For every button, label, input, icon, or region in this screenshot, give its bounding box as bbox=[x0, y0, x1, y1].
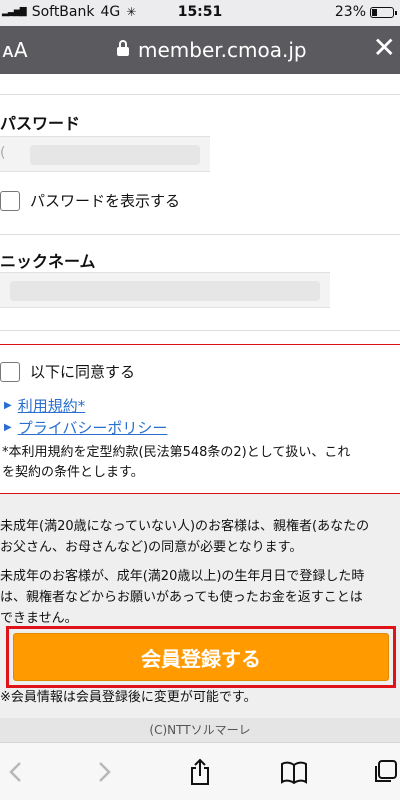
address-bar: ᴀA member.cmoa.jp ✕ bbox=[0, 26, 400, 74]
nickname-label: ニックネーム bbox=[0, 252, 96, 271]
terms-link[interactable]: 利用規約* bbox=[18, 395, 86, 416]
privacy-link[interactable]: プライバシーポリシー bbox=[18, 417, 168, 438]
triangle-icon: ▶ bbox=[4, 422, 12, 433]
share-icon[interactable] bbox=[185, 757, 215, 787]
url-field[interactable]: member.cmoa.jp bbox=[116, 38, 307, 62]
bookmarks-icon[interactable] bbox=[279, 757, 309, 787]
notice-line: お父さん、お母さんなど)の同意が必要となります。 bbox=[0, 540, 303, 555]
footer-note: ※会員情報は会員登録後に変更が可能です。 bbox=[0, 690, 257, 705]
password-label: パスワード bbox=[0, 114, 81, 133]
divider bbox=[0, 330, 400, 331]
lock-icon bbox=[116, 38, 130, 62]
nickname-input[interactable] bbox=[0, 272, 330, 308]
back-icon[interactable] bbox=[0, 757, 30, 787]
terms-link-row[interactable]: ▶ 利用規約* bbox=[4, 395, 85, 416]
notice-line: は、親権者などからお願いがあっても使ったお金を返すことは bbox=[0, 590, 363, 605]
notice-line: 未成年(満20歳になっていない人)のお客様は、親権者(あなたの bbox=[0, 519, 370, 534]
terms-note-line1: *本利用規約を定型約款(民法第548条の2)として扱い、これ bbox=[2, 445, 351, 460]
close-icon[interactable]: ✕ bbox=[373, 34, 396, 62]
battery-level bbox=[372, 8, 377, 16]
status-right: 23% bbox=[334, 4, 397, 20]
status-bar: ▂▃▅▇ SoftBank 4G ✳ 15:51 23% bbox=[0, 0, 400, 26]
battery-icon bbox=[370, 6, 397, 18]
notice-line: 未成年のお客様が、成年(満20歳以上)の生年月日で登録した時 bbox=[0, 569, 365, 584]
agree-checkbox[interactable] bbox=[0, 361, 20, 382]
forward-icon[interactable] bbox=[90, 757, 120, 787]
triangle-icon: ▶ bbox=[4, 400, 12, 411]
show-password-row[interactable]: パスワードを表示する bbox=[0, 190, 180, 211]
show-password-checkbox[interactable] bbox=[0, 190, 20, 211]
privacy-link-row[interactable]: ▶ プライバシーポリシー bbox=[4, 417, 167, 438]
agree-label: 以下に同意する bbox=[30, 363, 136, 381]
text-size-button[interactable]: ᴀA bbox=[2, 38, 28, 62]
divider bbox=[0, 94, 400, 95]
terms-note-line2: を契約の条件とします。 bbox=[2, 465, 144, 480]
tabs-icon[interactable] bbox=[370, 757, 400, 787]
blurred-text bbox=[30, 145, 200, 165]
copyright: (C)NTTソルマーレ bbox=[0, 718, 400, 742]
divider bbox=[0, 234, 400, 235]
agreement-box: 以下に同意する ▶ 利用規約* ▶ プライバシーポリシー *本利用規約を定型約款… bbox=[0, 344, 400, 494]
battery-percent: 23% bbox=[334, 4, 366, 20]
registration-form: パスワード ( パスワードを表示する ニックネーム 以下に同意する ▶ 利用規約… bbox=[0, 74, 400, 742]
url-text: member.cmoa.jp bbox=[138, 38, 307, 62]
password-value: ( bbox=[0, 145, 6, 161]
browser-toolbar bbox=[0, 742, 400, 800]
password-input[interactable]: ( bbox=[0, 136, 210, 172]
register-button-highlight: 会員登録する bbox=[6, 626, 396, 688]
show-password-label: パスワードを表示する bbox=[30, 192, 181, 210]
register-button[interactable]: 会員登録する bbox=[13, 633, 389, 681]
agree-row[interactable]: 以下に同意する bbox=[0, 361, 135, 382]
blurred-text bbox=[10, 281, 320, 301]
